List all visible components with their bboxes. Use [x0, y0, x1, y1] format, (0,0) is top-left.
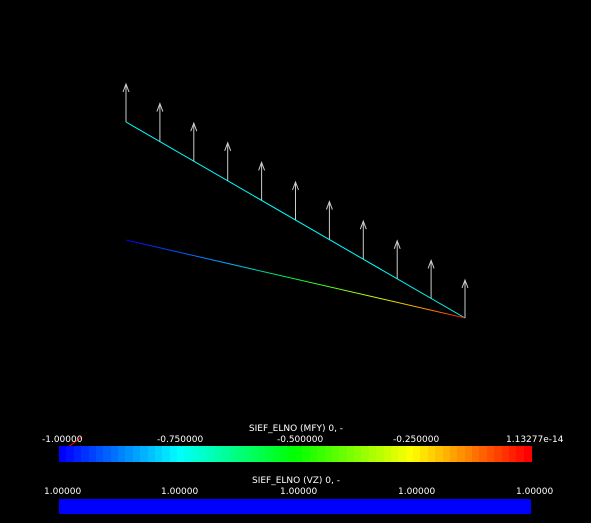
scalar-bar-1-label-1: -0.750000 — [157, 435, 204, 445]
load-arrow — [393, 239, 401, 279]
load-arrow — [359, 219, 367, 260]
scalar-bar-1-label-0: -1.00000 — [42, 435, 83, 445]
3d-viewport[interactable]: SIEF_ELNO (MFY) 0, - -1.00000 -0.750000 … — [0, 0, 591, 519]
load-arrows — [122, 82, 469, 318]
scalar-bar-1-label-3: -0.250000 — [393, 435, 440, 445]
scalar-bar-1-label-2: -0.500000 — [277, 435, 324, 445]
scalar-bar-1-swatch — [523, 446, 532, 462]
load-arrow — [461, 278, 469, 318]
result-curve — [125, 239, 466, 319]
load-arrow — [156, 102, 164, 142]
scalar-bar-2-label-1: 1.00000 — [161, 487, 199, 497]
scalar-bar-1-colorbar — [59, 446, 532, 462]
load-arrow — [258, 160, 266, 201]
load-arrow — [325, 200, 333, 240]
load-arrow — [292, 180, 299, 220]
scalar-bar-2-colorbar — [59, 499, 531, 514]
load-arrow — [427, 258, 435, 299]
scalar-bar-2-label-4: 1.00000 — [516, 487, 554, 497]
scalar-bar-2-label-0: 1.00000 — [44, 487, 82, 497]
scalar-bar-2-label-3: 1.00000 — [398, 487, 436, 497]
scalar-bar-2-title: SIEF_ELNO (VZ) 0, - — [251, 476, 341, 486]
scalar-bar-2-label-2: 1.00000 — [280, 487, 318, 497]
load-arrow — [224, 141, 232, 181]
load-arrow — [190, 121, 198, 162]
scalar-bar-1-label-4: 1.13277e-14 — [506, 435, 564, 445]
load-arrow — [122, 82, 130, 122]
scalar-bar-1-title: SIEF_ELNO (MFY) 0, - — [248, 424, 344, 434]
